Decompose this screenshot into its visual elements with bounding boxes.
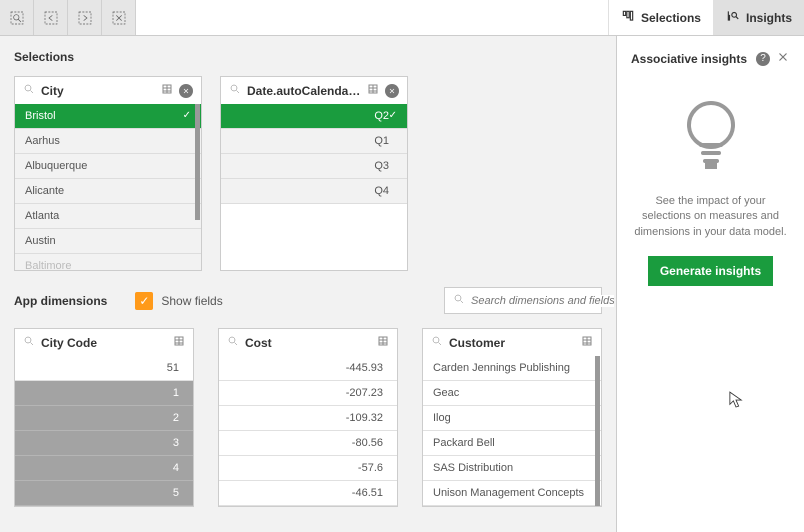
selections-tool-icon bbox=[621, 9, 635, 26]
tab-insights[interactable]: Insights bbox=[713, 0, 804, 35]
list-item[interactable]: Ilog bbox=[423, 406, 601, 431]
list-item[interactable]: 51 bbox=[15, 356, 193, 381]
list-item[interactable]: Austin bbox=[15, 229, 201, 254]
list-item[interactable]: 5 bbox=[15, 481, 193, 506]
scrollbar[interactable] bbox=[195, 104, 200, 220]
table-icon[interactable] bbox=[161, 83, 173, 98]
list-item[interactable]: Unison Management Concepts bbox=[423, 481, 601, 506]
list-item[interactable]: Baltimore bbox=[15, 254, 201, 270]
insights-panel: Associative insights ? See the impact of… bbox=[616, 36, 804, 532]
show-fields-label: Show fields bbox=[161, 294, 222, 308]
step-forward-icon[interactable] bbox=[68, 0, 102, 35]
top-toolbar: Selections Insights bbox=[0, 0, 804, 36]
search-icon[interactable] bbox=[229, 83, 241, 98]
list-item[interactable]: Albuquerque bbox=[15, 154, 201, 179]
dimension-card-cost: Cost -445.93 -207.23 -109.32 -80.56 -57.… bbox=[218, 328, 398, 507]
list-item[interactable]: -445.93 bbox=[219, 356, 397, 381]
lightbulb-icon bbox=[681, 97, 741, 180]
table-icon[interactable] bbox=[367, 83, 379, 98]
step-back-icon[interactable] bbox=[34, 0, 68, 35]
list-item[interactable]: Q4 bbox=[221, 179, 407, 204]
tab-selections[interactable]: Selections bbox=[608, 0, 713, 35]
table-icon[interactable] bbox=[581, 335, 593, 350]
clear-selection-icon[interactable] bbox=[385, 84, 399, 98]
scrollbar[interactable] bbox=[595, 356, 600, 506]
list-item[interactable]: Geac bbox=[423, 381, 601, 406]
search-icon bbox=[453, 293, 465, 308]
smart-search-icon[interactable] bbox=[0, 0, 34, 35]
dimension-card-customer: Customer Carden Jennings Publishing Geac… bbox=[422, 328, 602, 507]
generate-insights-button[interactable]: Generate insights bbox=[648, 256, 773, 286]
list-item[interactable]: Carden Jennings Publishing bbox=[423, 356, 601, 381]
list-item[interactable]: 3 bbox=[15, 431, 193, 456]
card-title: Date.autoCalendar.... bbox=[247, 84, 361, 98]
list-item[interactable]: Bristol bbox=[15, 104, 201, 129]
search-icon[interactable] bbox=[227, 335, 239, 350]
close-icon[interactable] bbox=[776, 50, 790, 67]
help-icon[interactable]: ? bbox=[756, 52, 770, 66]
list-item[interactable]: -109.32 bbox=[219, 406, 397, 431]
insights-panel-title: Associative insights bbox=[631, 52, 750, 66]
list-item[interactable]: Alicante bbox=[15, 179, 201, 204]
list-item[interactable]: Q1 bbox=[221, 129, 407, 154]
card-title: Cost bbox=[245, 336, 371, 350]
table-icon[interactable] bbox=[377, 335, 389, 350]
tab-label: Selections bbox=[641, 11, 701, 25]
search-icon[interactable] bbox=[431, 335, 443, 350]
dimension-card-city-code: City Code 51 1 2 3 4 5 bbox=[14, 328, 194, 507]
cursor-icon bbox=[729, 391, 743, 412]
list-item[interactable]: -207.23 bbox=[219, 381, 397, 406]
list-item[interactable]: Atlanta bbox=[15, 204, 201, 229]
search-icon[interactable] bbox=[23, 83, 35, 98]
list-item[interactable]: Q3 bbox=[221, 154, 407, 179]
selections-heading: Selections bbox=[14, 50, 602, 64]
show-fields-checkbox[interactable] bbox=[135, 292, 153, 310]
insights-icon bbox=[726, 9, 740, 26]
toolbar-left-group bbox=[0, 0, 136, 35]
selection-card-city: City Bristol Aarhus Albuquerque Alicante… bbox=[14, 76, 202, 271]
search-icon[interactable] bbox=[23, 335, 35, 350]
list-item[interactable]: -46.51 bbox=[219, 481, 397, 506]
app-dimensions-label: App dimensions bbox=[14, 294, 107, 308]
list-item[interactable]: 1 bbox=[15, 381, 193, 406]
list-item[interactable]: 4 bbox=[15, 456, 193, 481]
list-item[interactable]: -57.6 bbox=[219, 456, 397, 481]
list-item[interactable]: Q2 bbox=[221, 104, 407, 129]
tab-label: Insights bbox=[746, 11, 792, 25]
selection-card-date: Date.autoCalendar.... Q2 Q1 Q3 Q4 bbox=[220, 76, 408, 271]
dimension-search[interactable] bbox=[444, 287, 602, 314]
list-item[interactable]: SAS Distribution bbox=[423, 456, 601, 481]
list-item[interactable]: 2 bbox=[15, 406, 193, 431]
list-item[interactable]: Aarhus bbox=[15, 129, 201, 154]
clear-selections-icon[interactable] bbox=[102, 0, 136, 35]
clear-selection-icon[interactable] bbox=[179, 84, 193, 98]
card-title: City bbox=[41, 84, 155, 98]
table-icon[interactable] bbox=[173, 335, 185, 350]
insights-description: See the impact of your selections on mea… bbox=[631, 194, 790, 240]
card-title: City Code bbox=[41, 336, 167, 350]
card-title: Customer bbox=[449, 336, 575, 350]
list-item[interactable]: -80.56 bbox=[219, 431, 397, 456]
toolbar-right-group: Selections Insights bbox=[608, 0, 804, 35]
search-input[interactable] bbox=[471, 295, 614, 307]
list-item[interactable]: Packard Bell bbox=[423, 431, 601, 456]
app-dimensions-row: App dimensions Show fields bbox=[14, 287, 602, 314]
